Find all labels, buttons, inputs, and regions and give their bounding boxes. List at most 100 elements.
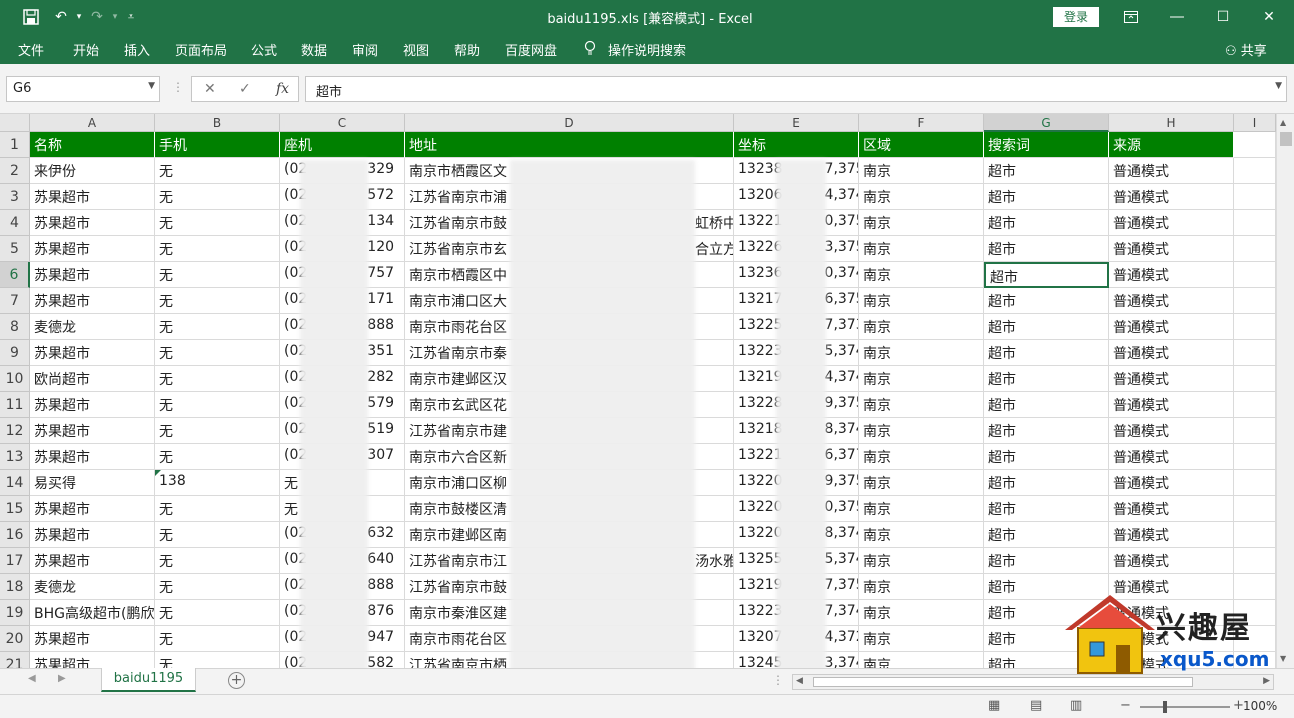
column-header-e[interactable]: E xyxy=(734,114,859,132)
table-cell[interactable]: 普通模式 xyxy=(1109,210,1234,236)
table-cell[interactable]: 南京 xyxy=(859,288,984,314)
minimize-button[interactable]: ― xyxy=(1154,0,1200,34)
row-header[interactable]: 8 xyxy=(0,314,30,340)
table-cell[interactable]: 普通模式 xyxy=(1109,262,1234,288)
formula-input[interactable]: 超市 ▼ xyxy=(305,76,1287,102)
table-cell[interactable]: 南京 xyxy=(859,236,984,262)
normal-view-icon[interactable]: ▦ xyxy=(988,698,1000,713)
row-header[interactable]: 9 xyxy=(0,340,30,366)
row-header[interactable]: 18 xyxy=(0,574,30,600)
table-cell[interactable]: 超市 xyxy=(984,444,1109,470)
active-cell[interactable]: 超市 xyxy=(984,262,1109,288)
table-cell[interactable] xyxy=(1234,158,1276,184)
table-cell[interactable] xyxy=(1234,262,1276,288)
row-header[interactable]: 19 xyxy=(0,600,30,626)
table-cell[interactable]: 无 xyxy=(155,444,280,470)
tab-file[interactable]: 文件 xyxy=(18,40,44,59)
cancel-icon[interactable]: ✕ xyxy=(204,81,216,97)
close-button[interactable]: ✕ xyxy=(1246,0,1292,34)
table-cell[interactable]: 无 xyxy=(155,262,280,288)
table-cell[interactable]: 普通模式 xyxy=(1109,496,1234,522)
tab-data[interactable]: 数据 xyxy=(301,40,327,59)
row-header[interactable]: 10 xyxy=(0,366,30,392)
page-layout-view-icon[interactable]: ▤ xyxy=(1030,698,1042,713)
column-header-g[interactable]: G xyxy=(984,114,1109,132)
expand-formula-icon[interactable]: ▼ xyxy=(1275,81,1282,91)
table-cell[interactable]: 无 xyxy=(155,626,280,652)
table-cell[interactable]: 麦德龙 xyxy=(30,574,155,600)
table-cell[interactable]: 麦德龙 xyxy=(30,314,155,340)
more-options-icon[interactable]: ⋮ xyxy=(172,80,184,94)
table-cell[interactable]: 南京 xyxy=(859,262,984,288)
table-cell[interactable]: 超市 xyxy=(984,288,1109,314)
table-cell[interactable]: 苏果超市 xyxy=(30,444,155,470)
table-cell[interactable]: 无 xyxy=(155,652,280,668)
table-cell[interactable] xyxy=(1234,288,1276,314)
zoom-slider[interactable] xyxy=(1140,706,1230,708)
column-title-cell[interactable]: 名称 xyxy=(30,132,155,158)
table-cell[interactable]: 超市 xyxy=(984,392,1109,418)
row-header[interactable]: 5 xyxy=(0,236,30,262)
table-cell[interactable]: 南京 xyxy=(859,652,984,668)
row-header[interactable]: 14 xyxy=(0,470,30,496)
tab-split-icon[interactable]: ⋮ xyxy=(772,673,784,687)
table-cell[interactable]: 普通模式 xyxy=(1109,444,1234,470)
table-cell[interactable]: 无 xyxy=(155,184,280,210)
table-cell[interactable]: 苏果超市 xyxy=(30,548,155,574)
table-cell[interactable]: 无 xyxy=(155,340,280,366)
table-cell[interactable]: 普通模式 xyxy=(1109,548,1234,574)
table-cell[interactable]: 南京 xyxy=(859,366,984,392)
tell-me-search[interactable]: 操作说明搜索 xyxy=(608,40,686,59)
table-cell[interactable] xyxy=(1234,496,1276,522)
table-cell[interactable]: 无 xyxy=(155,496,280,522)
table-cell[interactable] xyxy=(1234,366,1276,392)
table-cell[interactable]: 苏果超市 xyxy=(30,262,155,288)
ribbon-display-icon[interactable] xyxy=(1108,0,1154,34)
table-cell[interactable]: 无 xyxy=(155,314,280,340)
scroll-up-icon[interactable]: ▲ xyxy=(1280,118,1286,127)
table-cell[interactable]: 南京 xyxy=(859,418,984,444)
row-header[interactable]: 16 xyxy=(0,522,30,548)
table-cell[interactable]: 苏果超市 xyxy=(30,496,155,522)
table-cell[interactable]: 普通模式 xyxy=(1109,314,1234,340)
table-cell[interactable]: 南京 xyxy=(859,496,984,522)
table-cell[interactable]: 无 xyxy=(155,600,280,626)
table-cell[interactable]: 苏果超市 xyxy=(30,184,155,210)
table-cell[interactable]: 欧尚超市 xyxy=(30,366,155,392)
name-box[interactable]: G6 ▼ xyxy=(6,76,160,102)
column-header-f[interactable]: F xyxy=(859,114,984,132)
table-cell[interactable] xyxy=(1234,184,1276,210)
table-cell[interactable]: 南京 xyxy=(859,158,984,184)
table-cell[interactable]: 苏果超市 xyxy=(30,236,155,262)
table-cell[interactable]: 南京 xyxy=(859,522,984,548)
tab-page-layout[interactable]: 页面布局 xyxy=(175,40,227,59)
table-cell[interactable]: BHG高级超市(鹏欣 xyxy=(30,600,155,626)
table-cell[interactable]: 无 xyxy=(155,548,280,574)
table-cell[interactable]: 普通模式 xyxy=(1109,418,1234,444)
vertical-scrollbar[interactable]: ▲ ▼ xyxy=(1276,114,1294,668)
spreadsheet-grid[interactable]: ▲ ▼ A B C D E F G H I 1 名称 手机 座机 地址 坐标 区域 搜索词 来源 2 来伊份无 (02 3… xyxy=(0,114,1294,668)
table-cell[interactable]: 南京 xyxy=(859,470,984,496)
insert-function-icon[interactable]: fx xyxy=(276,81,289,97)
table-cell[interactable]: 南京 xyxy=(859,626,984,652)
table-cell[interactable]: 苏果超市 xyxy=(30,652,155,668)
row-header[interactable]: 20 xyxy=(0,626,30,652)
table-cell[interactable]: 超市 xyxy=(984,340,1109,366)
table-cell[interactable]: 普通模式 xyxy=(1109,158,1234,184)
table-cell[interactable]: 普通模式 xyxy=(1109,288,1234,314)
table-cell[interactable]: 普通模式 xyxy=(1109,470,1234,496)
sheet-tab-active[interactable]: baidu1195 xyxy=(101,668,196,692)
table-cell[interactable] xyxy=(1234,210,1276,236)
table-cell[interactable]: 苏果超市 xyxy=(30,210,155,236)
table-cell[interactable]: 普通模式 xyxy=(1109,392,1234,418)
tab-insert[interactable]: 插入 xyxy=(124,40,150,59)
column-header-c[interactable]: C xyxy=(280,114,405,132)
tab-view[interactable]: 视图 xyxy=(403,40,429,59)
row-header[interactable]: 13 xyxy=(0,444,30,470)
table-cell[interactable] xyxy=(1234,236,1276,262)
table-cell[interactable]: 超市 xyxy=(984,158,1109,184)
table-cell[interactable]: 普通模式 xyxy=(1109,522,1234,548)
row-header[interactable]: 7 xyxy=(0,288,30,314)
table-cell[interactable]: 南京 xyxy=(859,600,984,626)
tab-review[interactable]: 审阅 xyxy=(352,40,378,59)
